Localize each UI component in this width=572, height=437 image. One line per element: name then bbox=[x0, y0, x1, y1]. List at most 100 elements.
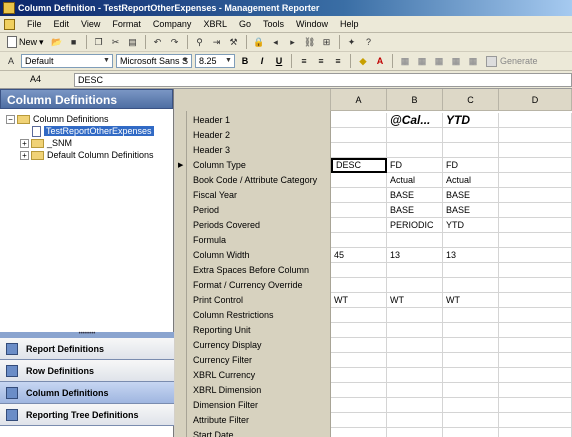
row-label[interactable]: Start Date bbox=[193, 428, 234, 437]
grid-cell-c[interactable] bbox=[443, 143, 499, 158]
link-icon[interactable]: ⛓ bbox=[303, 35, 317, 49]
grid-cell-d[interactable] bbox=[499, 368, 572, 383]
row-label[interactable]: Header 1 bbox=[193, 113, 230, 128]
grid-cell-b[interactable] bbox=[387, 263, 443, 278]
expand-icon[interactable]: + bbox=[20, 139, 29, 149]
menu-go[interactable]: Go bbox=[233, 19, 257, 29]
menu-company[interactable]: Company bbox=[147, 19, 198, 29]
menu-format[interactable]: Format bbox=[106, 19, 147, 29]
chevron-down-icon[interactable]: ▼ bbox=[181, 56, 190, 66]
nav-column-definitions[interactable]: Column Definitions bbox=[0, 382, 174, 404]
grid-cell-b[interactable] bbox=[387, 143, 443, 158]
grid-cell-c[interactable]: Actual bbox=[443, 173, 499, 188]
grid-cell-a[interactable] bbox=[331, 218, 387, 233]
grid-cell-a[interactable] bbox=[331, 323, 387, 338]
grid-cell-d[interactable] bbox=[499, 308, 572, 323]
row-label[interactable]: Currency Filter bbox=[193, 353, 252, 368]
row-label[interactable]: Column Width bbox=[193, 248, 250, 263]
grid-cell-b[interactable]: WT bbox=[387, 293, 443, 308]
row-label[interactable]: Fiscal Year bbox=[193, 188, 237, 203]
grid-cell-b[interactable] bbox=[387, 128, 443, 143]
grid-cell-d[interactable] bbox=[499, 128, 572, 143]
grid-cell-c[interactable] bbox=[443, 233, 499, 248]
grid-cell-b[interactable] bbox=[387, 353, 443, 368]
row-label[interactable]: Header 3 bbox=[193, 143, 230, 158]
style-combo[interactable]: Default ▼ bbox=[21, 54, 113, 68]
grid-cell-b[interactable]: @Cal... bbox=[387, 113, 443, 128]
menu-help[interactable]: Help bbox=[334, 19, 365, 29]
tree-root[interactable]: − Column Definitions bbox=[2, 113, 171, 125]
menu-tools[interactable]: Tools bbox=[257, 19, 290, 29]
grid-cell-d[interactable] bbox=[499, 383, 572, 398]
row-label[interactable]: XBRL Currency bbox=[193, 368, 255, 383]
grid-cell-b[interactable] bbox=[387, 413, 443, 428]
grid-cell-a[interactable] bbox=[331, 113, 387, 128]
align-center-icon[interactable]: ≡ bbox=[314, 54, 328, 68]
grid-cell-a[interactable] bbox=[331, 188, 387, 203]
tree-item-selected[interactable]: TestReportOtherExpenses bbox=[2, 125, 171, 138]
copy-icon[interactable]: ❐ bbox=[92, 35, 106, 49]
wand-icon[interactable]: ✦ bbox=[345, 35, 359, 49]
underline-icon[interactable]: U bbox=[272, 54, 286, 68]
insert-icon[interactable]: ⇥ bbox=[210, 35, 224, 49]
grid-icon[interactable]: ▦ bbox=[432, 54, 446, 68]
italic-icon[interactable]: I bbox=[255, 54, 269, 68]
grid-cell-b[interactable]: BASE bbox=[387, 203, 443, 218]
grid-cell-d[interactable] bbox=[499, 398, 572, 413]
grid-cell-a[interactable] bbox=[331, 203, 387, 218]
row-label[interactable]: Reporting Unit bbox=[193, 323, 251, 338]
row-label[interactable]: XBRL Dimension bbox=[193, 383, 261, 398]
row-label[interactable]: Column Restrictions bbox=[193, 308, 274, 323]
grid-cell-a[interactable] bbox=[331, 338, 387, 353]
help-icon[interactable]: ? bbox=[362, 35, 376, 49]
grid-icon[interactable]: ▦ bbox=[415, 54, 429, 68]
tree-folder-default[interactable]: + Default Column Definitions bbox=[2, 149, 171, 161]
row-label[interactable]: Header 2 bbox=[193, 128, 230, 143]
nav-reporting-tree-definitions[interactable]: Reporting Tree Definitions bbox=[0, 404, 174, 426]
tools-icon[interactable]: ⚒ bbox=[227, 35, 241, 49]
grid-icon[interactable]: ▦ bbox=[449, 54, 463, 68]
paste-icon[interactable]: ▤ bbox=[126, 35, 140, 49]
grid-icon[interactable]: ▦ bbox=[466, 54, 480, 68]
grid-cell-b[interactable]: PERIODIC bbox=[387, 218, 443, 233]
grid-cell-b[interactable] bbox=[387, 308, 443, 323]
grid-cell-d[interactable] bbox=[499, 263, 572, 278]
grid-cell-c[interactable]: BASE bbox=[443, 203, 499, 218]
find-icon[interactable]: ⚲ bbox=[193, 35, 207, 49]
grid-cell-b[interactable] bbox=[387, 278, 443, 293]
save-icon[interactable]: ■ bbox=[67, 35, 81, 49]
menu-window[interactable]: Window bbox=[290, 19, 334, 29]
column-header-b[interactable]: B bbox=[387, 89, 443, 111]
grid-cell-d[interactable] bbox=[499, 188, 572, 203]
grid-cell-c[interactable] bbox=[443, 128, 499, 143]
undo-icon[interactable]: ↶ bbox=[151, 35, 165, 49]
row-label[interactable]: Dimension Filter bbox=[193, 398, 258, 413]
lock-icon[interactable]: 🔒 bbox=[252, 35, 266, 49]
font-color-icon[interactable]: A bbox=[373, 54, 387, 68]
menu-xbrl[interactable]: XBRL bbox=[197, 19, 233, 29]
grid-cell-d[interactable] bbox=[499, 428, 572, 437]
row-label[interactable]: Print Control bbox=[193, 293, 243, 308]
tree-folder-snm[interactable]: + _SNM bbox=[2, 137, 171, 149]
column-header-a[interactable]: A bbox=[331, 89, 387, 111]
grid-cell-a[interactable] bbox=[331, 173, 387, 188]
grid-cell-b[interactable] bbox=[387, 338, 443, 353]
row-label[interactable]: Extra Spaces Before Column bbox=[193, 263, 309, 278]
grid-cell-c[interactable]: WT bbox=[443, 293, 499, 308]
grid-cell-a[interactable] bbox=[331, 308, 387, 323]
grid-cell-a[interactable] bbox=[331, 383, 387, 398]
bold-icon[interactable]: B bbox=[238, 54, 252, 68]
align-right-icon[interactable]: ≡ bbox=[331, 54, 345, 68]
new-button[interactable]: New ▾ bbox=[4, 36, 47, 48]
nav-row-definitions[interactable]: Row Definitions bbox=[0, 360, 174, 382]
grid-cell-c[interactable] bbox=[443, 308, 499, 323]
grid-cell-a[interactable] bbox=[331, 398, 387, 413]
grid-cell-d[interactable] bbox=[499, 203, 572, 218]
grid-cell-d[interactable] bbox=[499, 158, 572, 173]
row-label[interactable]: Formula bbox=[193, 233, 226, 248]
row-label[interactable]: Attribute Filter bbox=[193, 413, 249, 428]
align-left-icon[interactable]: ≡ bbox=[297, 54, 311, 68]
grid-cell-b[interactable]: 13 bbox=[387, 248, 443, 263]
grid-cell-a[interactable]: DESC bbox=[331, 158, 387, 173]
grid-cell-a[interactable] bbox=[331, 368, 387, 383]
